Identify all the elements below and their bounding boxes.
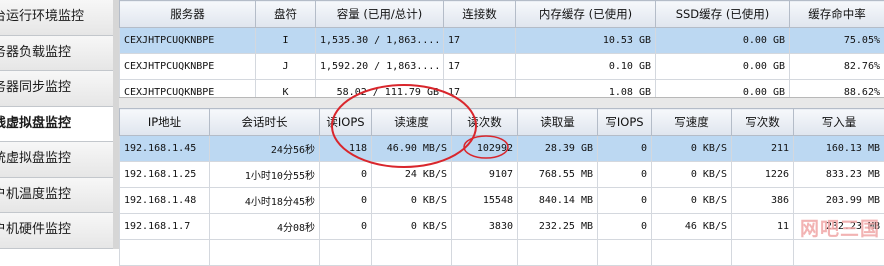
cell-read-amount: 840.14 MB [518, 188, 598, 214]
cell-server: CEXJHTPCUQKNBPE [120, 28, 256, 54]
sidebar-item-label: 户机硬件监控 [0, 213, 71, 247]
sidebar-item-system-virtual-disk-monitor[interactable]: 统虚拟盘监控 [0, 142, 113, 178]
sidebar-item-server-load-monitor[interactable]: 务器负载监控 [0, 36, 113, 72]
cell-write-iops: 0 [598, 188, 652, 214]
cell-write-amount: 160.13 MB [794, 136, 884, 162]
cell-write-count: 386 [732, 188, 794, 214]
cell-write-amount: 203.99 MB [794, 188, 884, 214]
column-header-drive[interactable]: 盘符 [256, 1, 316, 28]
column-header-ip-address[interactable]: IP地址 [120, 109, 210, 136]
watermark-logo: 网吧三国 [800, 214, 880, 241]
cell-memory-cache: 10.53 GB [516, 28, 656, 54]
cell-write-count: 1226 [732, 162, 794, 188]
column-header-read-amount[interactable]: 读取量 [518, 109, 598, 136]
cell-session-duration: 1小时10分55秒 [210, 162, 320, 188]
column-header-read-iops[interactable]: 读IOPS [320, 109, 372, 136]
table-row[interactable]: 192.168.1.7 4分08秒 0 0 KB/S 3830 232.25 M… [120, 214, 884, 240]
session-table: IP地址 会话时长 读IOPS 读速度 读次数 读取量 写IOPS 写速度 写次… [119, 108, 884, 266]
cell-write-count: 11 [732, 214, 794, 240]
column-header-capacity[interactable]: 容量 (已用/总计) [316, 1, 444, 28]
cell-connections: 17 [444, 28, 516, 54]
table-row[interactable]: 192.168.1.45 24分56秒 118 46.90 MB/S 10299… [120, 136, 884, 162]
sidebar-item-server-sync-monitor[interactable]: 务器同步监控 [0, 71, 113, 107]
table-row[interactable]: 192.168.1.25 1小时10分55秒 0 24 KB/S 9107 76… [120, 162, 884, 188]
column-header-write-amount[interactable]: 写入量 [794, 109, 884, 136]
cell-write-iops: 0 [598, 214, 652, 240]
column-header-read-count[interactable]: 读次数 [452, 109, 518, 136]
sidebar: 台运行环境监控 务器负载监控 务器同步监控 线虚拟盘监控 统虚拟盘监控 户机温度… [0, 0, 114, 249]
cell-read-iops: 0 [320, 162, 372, 188]
sidebar-item-label: 户机温度监控 [0, 178, 71, 212]
sidebar-item-runtime-monitor[interactable]: 台运行环境监控 [0, 0, 113, 36]
cell-write-speed: 0 KB/S [652, 136, 732, 162]
cell-drive: J [256, 54, 316, 80]
cell-read-count: 9107 [452, 162, 518, 188]
sidebar-item-client-hardware-monitor[interactable]: 户机硬件监控 [0, 213, 113, 249]
cell-capacity: 1,535.30 / 1,863.... [316, 28, 444, 54]
cell-drive: I [256, 28, 316, 54]
sidebar-item-label: 统虚拟盘监控 [0, 142, 71, 176]
cell-write-speed: 46 KB/S [652, 214, 732, 240]
cell-read-iops: 0 [320, 214, 372, 240]
cell-session-duration: 24分56秒 [210, 136, 320, 162]
cell-read-speed: 0 KB/S [372, 188, 452, 214]
table-header-row: 服务器 盘符 容量 (已用/总计) 连接数 内存缓存 (已使用) SSD缓存 (… [120, 1, 884, 28]
column-header-cache-hit-rate[interactable]: 缓存命中率 [790, 1, 884, 28]
cell-session-duration: 4小时18分45秒 [210, 188, 320, 214]
cell-server: CEXJHTPCUQKNBPE [120, 54, 256, 80]
sidebar-item-label: 台运行环境监控 [0, 0, 84, 34]
column-header-write-speed[interactable]: 写速度 [652, 109, 732, 136]
cell-read-iops: 0 [320, 188, 372, 214]
column-header-ssd-cache[interactable]: SSD缓存 (已使用) [656, 1, 790, 28]
cell-ip-address: 192.168.1.7 [120, 214, 210, 240]
table-row-partial[interactable] [120, 240, 884, 266]
sidebar-item-label: 务器同步监控 [0, 71, 71, 105]
sidebar-item-client-temperature-monitor[interactable]: 户机温度监控 [0, 178, 113, 214]
cell-read-amount: 768.55 MB [518, 162, 598, 188]
cell-write-iops: 0 [598, 136, 652, 162]
cell-cache-hit-rate: 82.76% [790, 54, 884, 80]
cell-write-speed: 0 KB/S [652, 188, 732, 214]
cell-write-amount: 833.23 MB [794, 162, 884, 188]
cell-ip-address: 192.168.1.45 [120, 136, 210, 162]
column-header-connections[interactable]: 连接数 [444, 1, 516, 28]
cell-cache-hit-rate: 75.05% [790, 28, 884, 54]
cell-read-count: 15548 [452, 188, 518, 214]
table-row[interactable]: CEXJHTPCUQKNBPE I 1,535.30 / 1,863.... 1… [120, 28, 884, 54]
table-row[interactable]: CEXJHTPCUQKNBPE J 1,592.20 / 1,863.... 1… [120, 54, 884, 80]
cell-ssd-cache: 0.00 GB [656, 54, 790, 80]
cell-ip-address: 192.168.1.48 [120, 188, 210, 214]
cell-read-iops: 118 [320, 136, 372, 162]
cell-write-iops: 0 [598, 162, 652, 188]
cell-read-count: 102992 [452, 136, 518, 162]
cell-read-amount: 28.39 GB [518, 136, 598, 162]
cell-read-speed: 0 KB/S [372, 214, 452, 240]
cell-ssd-cache: 0.00 GB [656, 28, 790, 54]
column-header-server[interactable]: 服务器 [120, 1, 256, 28]
sidebar-item-label: 线虚拟盘监控 [0, 107, 71, 141]
table-header-row: IP地址 会话时长 读IOPS 读速度 读次数 读取量 写IOPS 写速度 写次… [120, 109, 884, 136]
cell-session-duration: 4分08秒 [210, 214, 320, 240]
cell-capacity: 1,592.20 / 1,863.... [316, 54, 444, 80]
disk-table: 服务器 盘符 容量 (已用/总计) 连接数 内存缓存 (已使用) SSD缓存 (… [119, 0, 884, 106]
cell-write-count: 211 [732, 136, 794, 162]
cell-read-amount: 232.25 MB [518, 214, 598, 240]
cell-read-speed: 24 KB/S [372, 162, 452, 188]
cell-read-count: 3830 [452, 214, 518, 240]
cell-memory-cache: 0.10 GB [516, 54, 656, 80]
column-header-write-iops[interactable]: 写IOPS [598, 109, 652, 136]
column-header-memory-cache[interactable]: 内存缓存 (已使用) [516, 1, 656, 28]
column-header-session-duration[interactable]: 会话时长 [210, 109, 320, 136]
sidebar-item-online-virtual-disk-monitor[interactable]: 线虚拟盘监控 [0, 107, 113, 143]
cell-ip-address: 192.168.1.25 [120, 162, 210, 188]
cell-read-speed: 46.90 MB/S [372, 136, 452, 162]
sidebar-item-label: 务器负载监控 [0, 36, 71, 70]
cell-write-speed: 0 KB/S [652, 162, 732, 188]
column-header-read-speed[interactable]: 读速度 [372, 109, 452, 136]
column-header-write-count[interactable]: 写次数 [732, 109, 794, 136]
cell-connections: 17 [444, 54, 516, 80]
table-row[interactable]: 192.168.1.48 4小时18分45秒 0 0 KB/S 15548 84… [120, 188, 884, 214]
